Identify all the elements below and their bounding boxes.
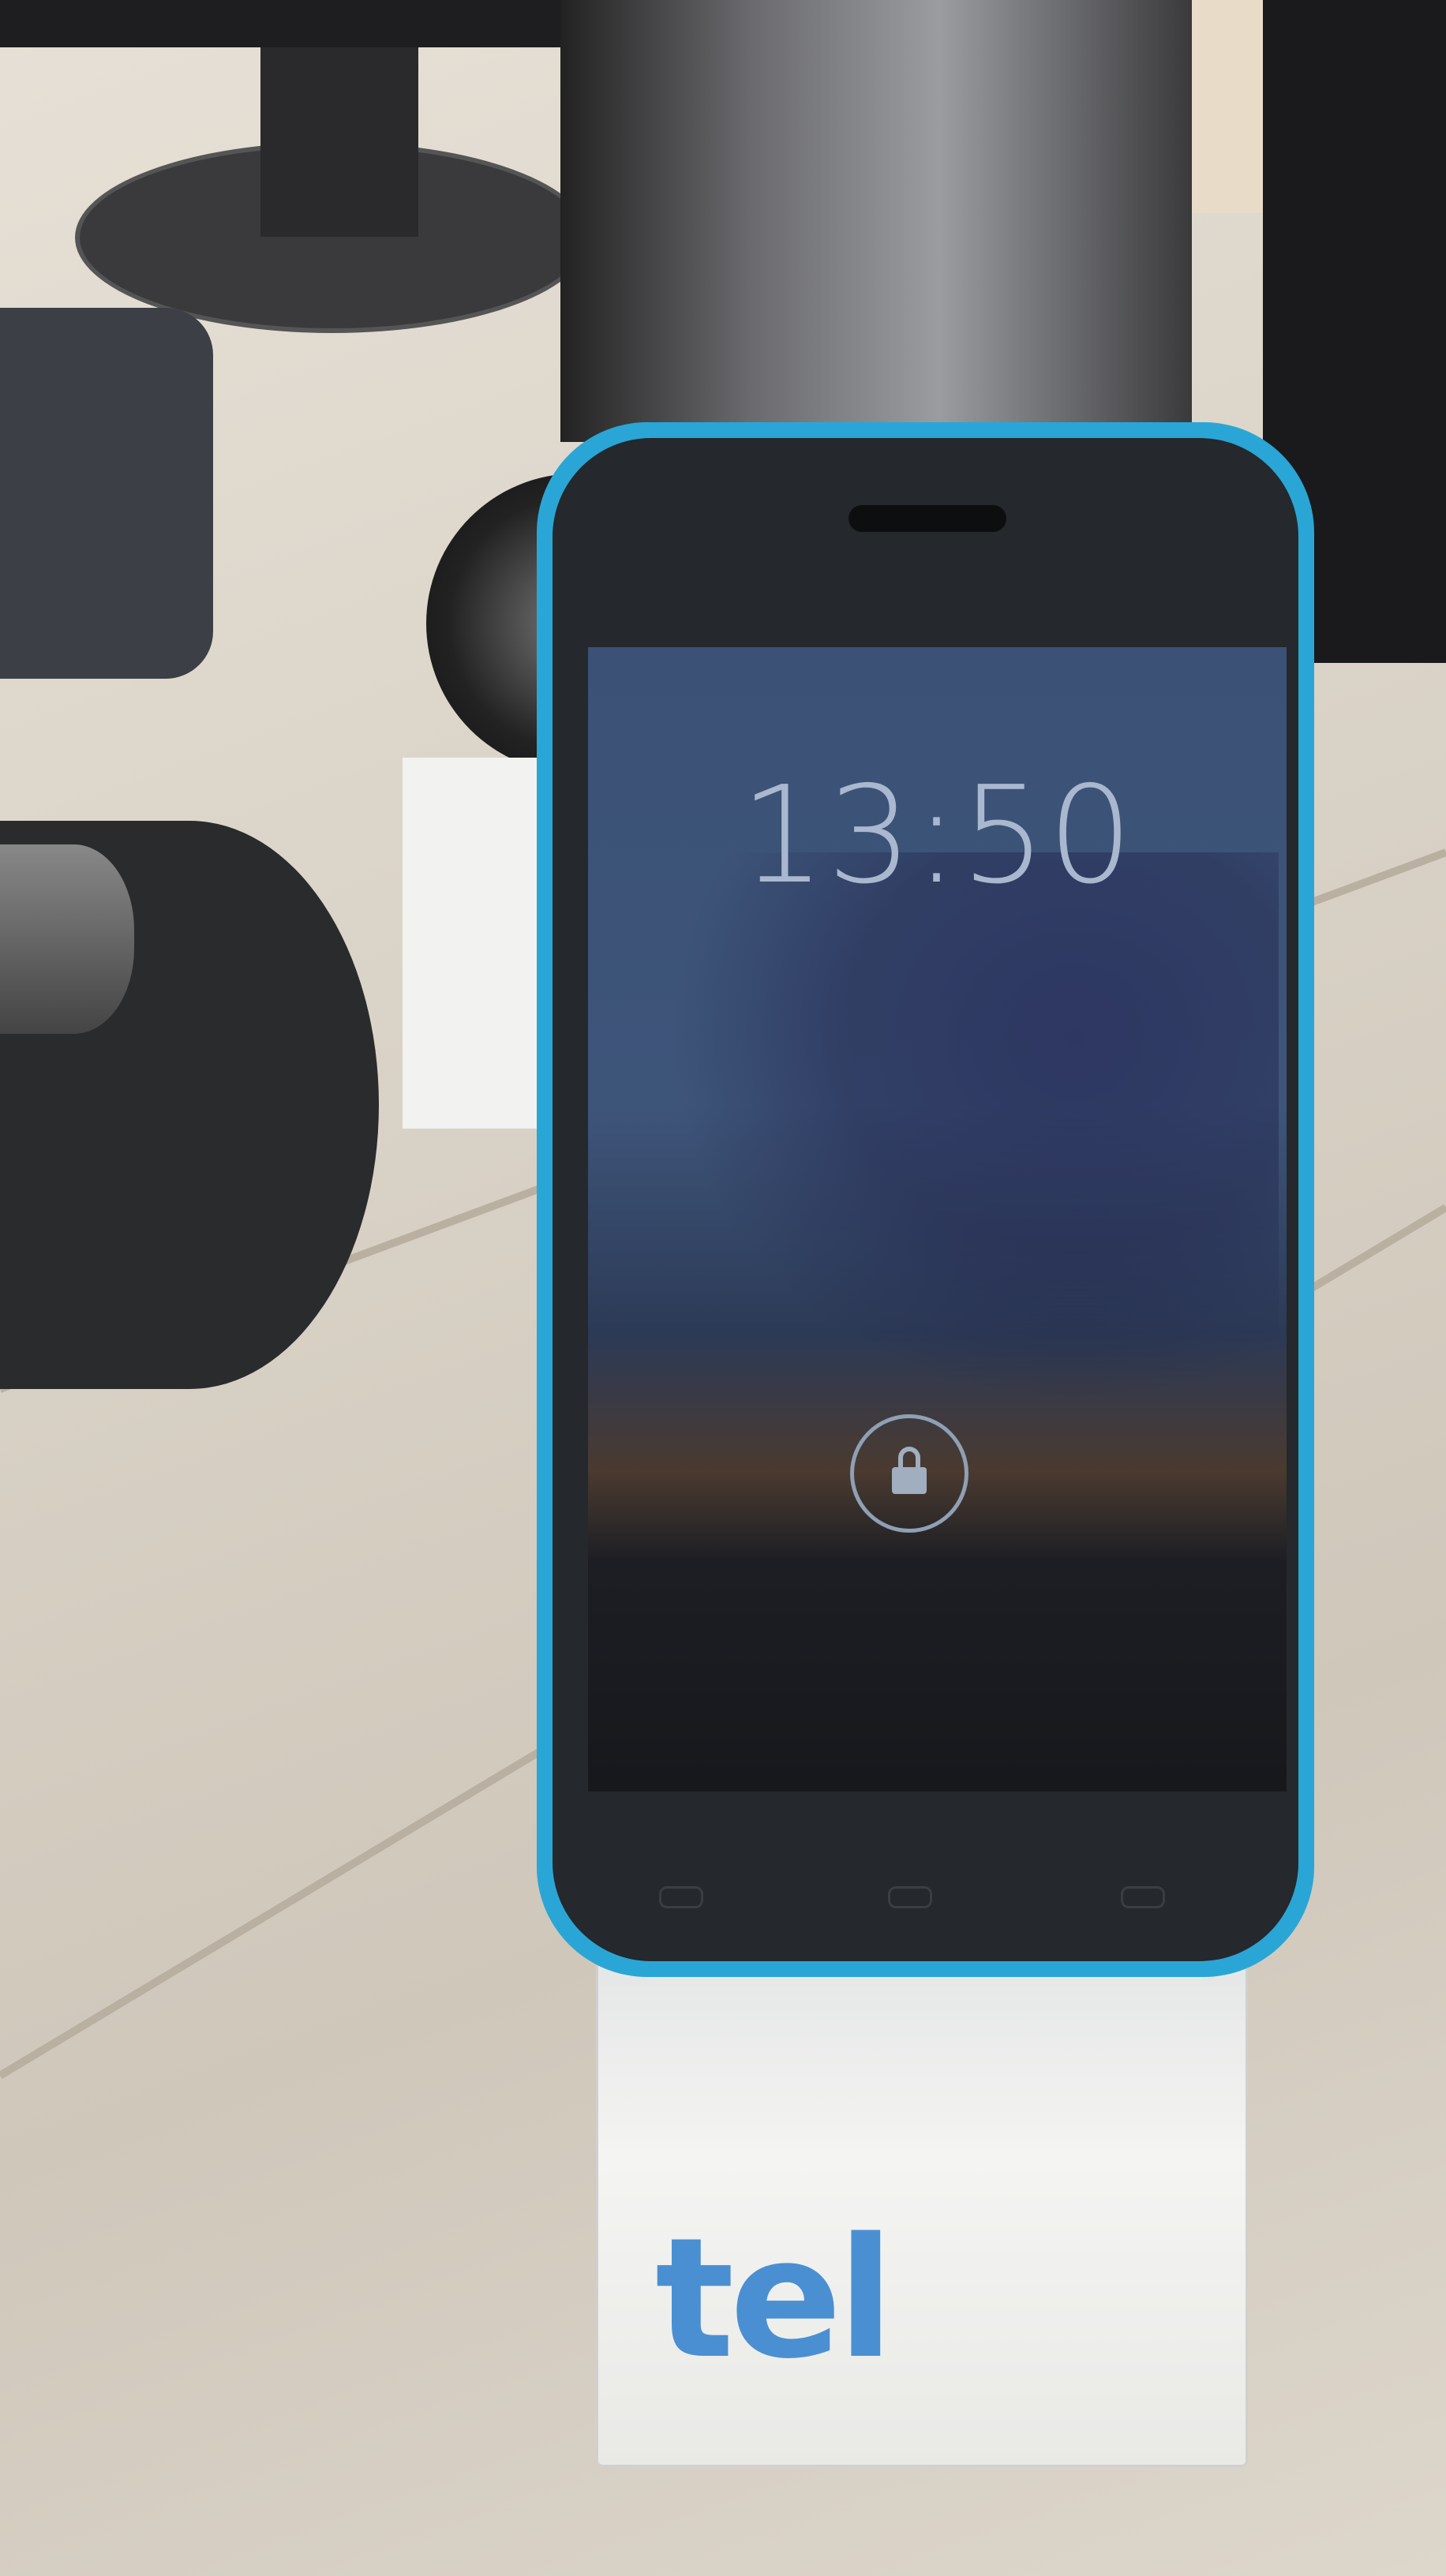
unlock-button[interactable] [850, 1414, 968, 1533]
monitor-bezel [0, 0, 568, 47]
monitor [560, 0, 1192, 442]
earpiece [848, 505, 1006, 532]
home-icon[interactable] [888, 1886, 932, 1908]
hand-reflection [600, 852, 1279, 1468]
desk-phone [0, 308, 213, 679]
lock-icon [892, 1447, 927, 1494]
tel-logo: tel [655, 2202, 894, 2395]
clock: 13:50 [740, 758, 1135, 914]
mouse [0, 844, 134, 1034]
recent-apps-icon[interactable] [1121, 1886, 1165, 1908]
back-icon[interactable] [659, 1886, 703, 1908]
